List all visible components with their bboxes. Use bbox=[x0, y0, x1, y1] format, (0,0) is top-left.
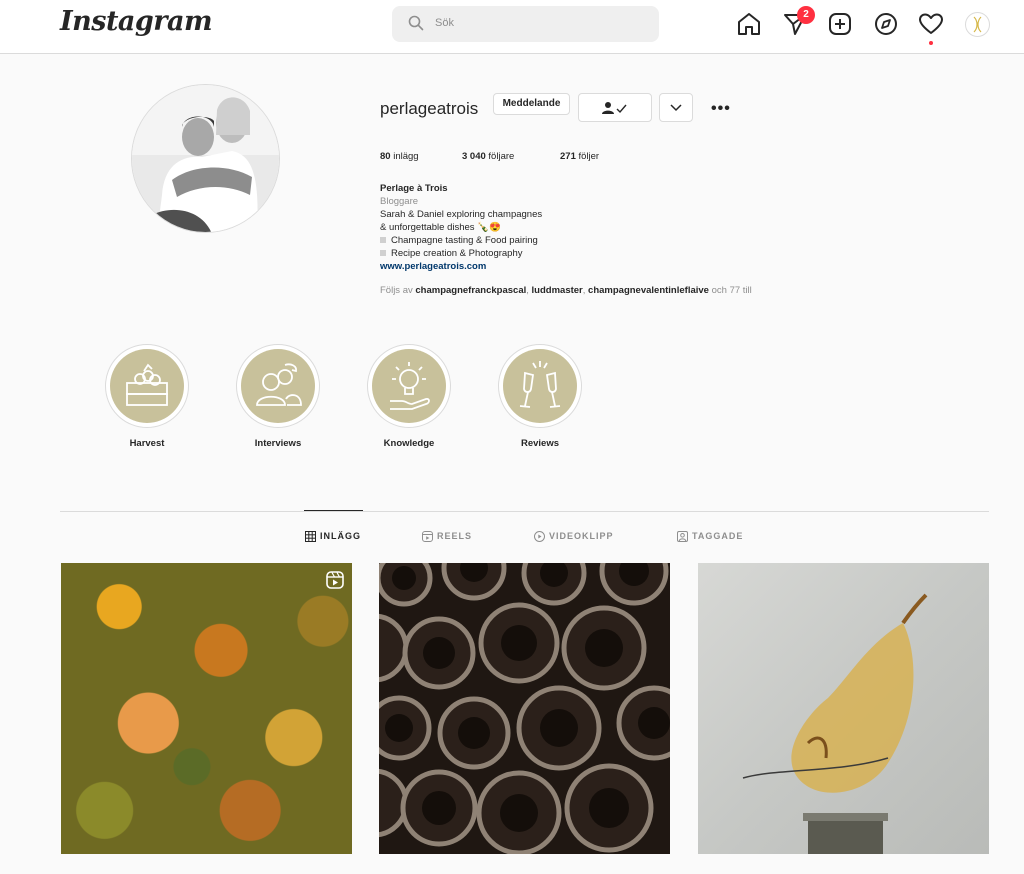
bio-website-link[interactable]: www.perlageatrois.com bbox=[380, 261, 486, 272]
couple-photo bbox=[132, 85, 279, 232]
highlight-harvest[interactable]: Harvest bbox=[105, 344, 189, 449]
top-nav: Instagram Sök 2 bbox=[0, 0, 1024, 54]
tab-label: TAGGADE bbox=[692, 531, 744, 541]
activity-dot bbox=[929, 41, 933, 45]
following-user-check-icon bbox=[602, 102, 627, 114]
active-tab-indicator bbox=[304, 510, 363, 511]
bio-line-1: Sarah & Daniel exploring champagnes bbox=[380, 209, 543, 220]
tab-posts[interactable]: INLÄGG bbox=[305, 531, 361, 543]
bio-line-3: Champagne tasting & Food pairing bbox=[380, 235, 538, 246]
highlight-reviews[interactable]: Reviews bbox=[498, 344, 582, 449]
bio-category: Bloggare bbox=[380, 196, 419, 207]
video-icon bbox=[534, 531, 545, 543]
bullet-icon bbox=[380, 237, 386, 244]
bio-line-2: & unforgettable dishes 🍾😍 bbox=[380, 222, 501, 233]
tab-tagged[interactable]: TAGGADE bbox=[677, 531, 744, 543]
reels-icon bbox=[422, 531, 433, 543]
suggested-dropdown-button[interactable] bbox=[659, 93, 693, 122]
posts-count-value: 80 bbox=[380, 151, 391, 162]
followed-by-prefix: Följs av bbox=[380, 285, 413, 296]
search-input[interactable]: Sök bbox=[392, 6, 659, 42]
following-count-value: 271 bbox=[560, 151, 576, 162]
explore-icon[interactable] bbox=[873, 11, 899, 37]
following-button[interactable] bbox=[578, 93, 652, 122]
tab-label: INLÄGG bbox=[320, 531, 361, 541]
highlight-label: Interviews bbox=[254, 438, 302, 449]
tab-reels[interactable]: REELS bbox=[422, 531, 473, 543]
brand-logo-icon bbox=[973, 16, 982, 33]
tab-label: VIDEOKLIPP bbox=[549, 531, 614, 541]
followed-by-text[interactable]: Följs av champagnefranckpascal, luddmast… bbox=[380, 285, 752, 296]
highlight-label: Reviews bbox=[520, 438, 560, 449]
posts-count: 80 inlägg bbox=[380, 151, 419, 162]
bio-line-3-text: Champagne tasting & Food pairing bbox=[391, 235, 538, 246]
post-dried-pear[interactable] bbox=[698, 563, 989, 854]
bio-line-4-text: Recipe creation & Photography bbox=[391, 248, 523, 259]
bullet-icon bbox=[380, 250, 386, 257]
search-placeholder: Sök bbox=[435, 17, 454, 29]
highlight-interviews[interactable]: Interviews bbox=[236, 344, 320, 449]
tab-label: REELS bbox=[437, 531, 473, 541]
following-count[interactable]: 271 följer bbox=[560, 151, 599, 162]
followers-count-label: följare bbox=[488, 151, 515, 162]
highlight-label: Knowledge bbox=[383, 438, 435, 449]
bottles-photo bbox=[379, 563, 670, 854]
tabs-divider bbox=[60, 511, 989, 512]
home-icon[interactable] bbox=[736, 11, 762, 37]
followed-by-user: champagnevalentinleflaive bbox=[588, 285, 709, 296]
new-post-icon[interactable] bbox=[827, 11, 853, 37]
notification-badge: 2 bbox=[797, 6, 815, 24]
highlight-cover bbox=[503, 349, 577, 423]
profile-username: perlageatrois bbox=[380, 99, 479, 118]
following-count-label: följer bbox=[578, 151, 600, 162]
chevron-down-icon bbox=[670, 104, 682, 112]
more-options-button[interactable]: ••• bbox=[711, 100, 731, 118]
highlight-label: Harvest bbox=[129, 438, 165, 449]
highlight-ring bbox=[367, 344, 451, 428]
reel-badge-icon bbox=[326, 571, 344, 589]
highlight-ring bbox=[236, 344, 320, 428]
tab-videos[interactable]: VIDEOKLIPP bbox=[534, 531, 614, 543]
post-autumn-forest[interactable] bbox=[61, 563, 352, 854]
highlight-cover bbox=[110, 349, 184, 423]
lightbulb-icon bbox=[390, 362, 430, 410]
instagram-logo[interactable]: Instagram bbox=[60, 6, 213, 37]
followed-by-suffix: och 77 till bbox=[711, 285, 752, 296]
followers-count[interactable]: 3 040 följare bbox=[462, 151, 514, 162]
activity-icon[interactable] bbox=[918, 11, 944, 37]
highlight-cover bbox=[241, 349, 315, 423]
highlight-knowledge[interactable]: Knowledge bbox=[367, 344, 451, 449]
profile-picture[interactable] bbox=[131, 84, 280, 233]
pear-photo bbox=[742, 593, 928, 854]
tagged-icon bbox=[677, 531, 688, 543]
crate-icon bbox=[126, 363, 168, 406]
highlight-cover bbox=[372, 349, 446, 423]
bio-display-name: Perlage à Trois bbox=[380, 183, 448, 194]
profile-avatar[interactable] bbox=[965, 12, 990, 37]
message-button[interactable]: Meddelande bbox=[493, 93, 570, 115]
followers-count-value: 3 040 bbox=[462, 151, 486, 162]
search-icon bbox=[408, 15, 424, 31]
grid-icon bbox=[305, 531, 316, 543]
cheers-icon bbox=[519, 361, 561, 408]
post-champagne-bottles[interactable] bbox=[379, 563, 670, 854]
highlight-ring bbox=[498, 344, 582, 428]
followed-by-user: luddmaster bbox=[531, 285, 583, 296]
followed-by-user: champagnefranckpascal bbox=[415, 285, 527, 296]
highlight-ring bbox=[105, 344, 189, 428]
bio-line-4: Recipe creation & Photography bbox=[380, 248, 523, 259]
people-icon bbox=[256, 363, 302, 406]
posts-count-label: inlägg bbox=[393, 151, 419, 162]
